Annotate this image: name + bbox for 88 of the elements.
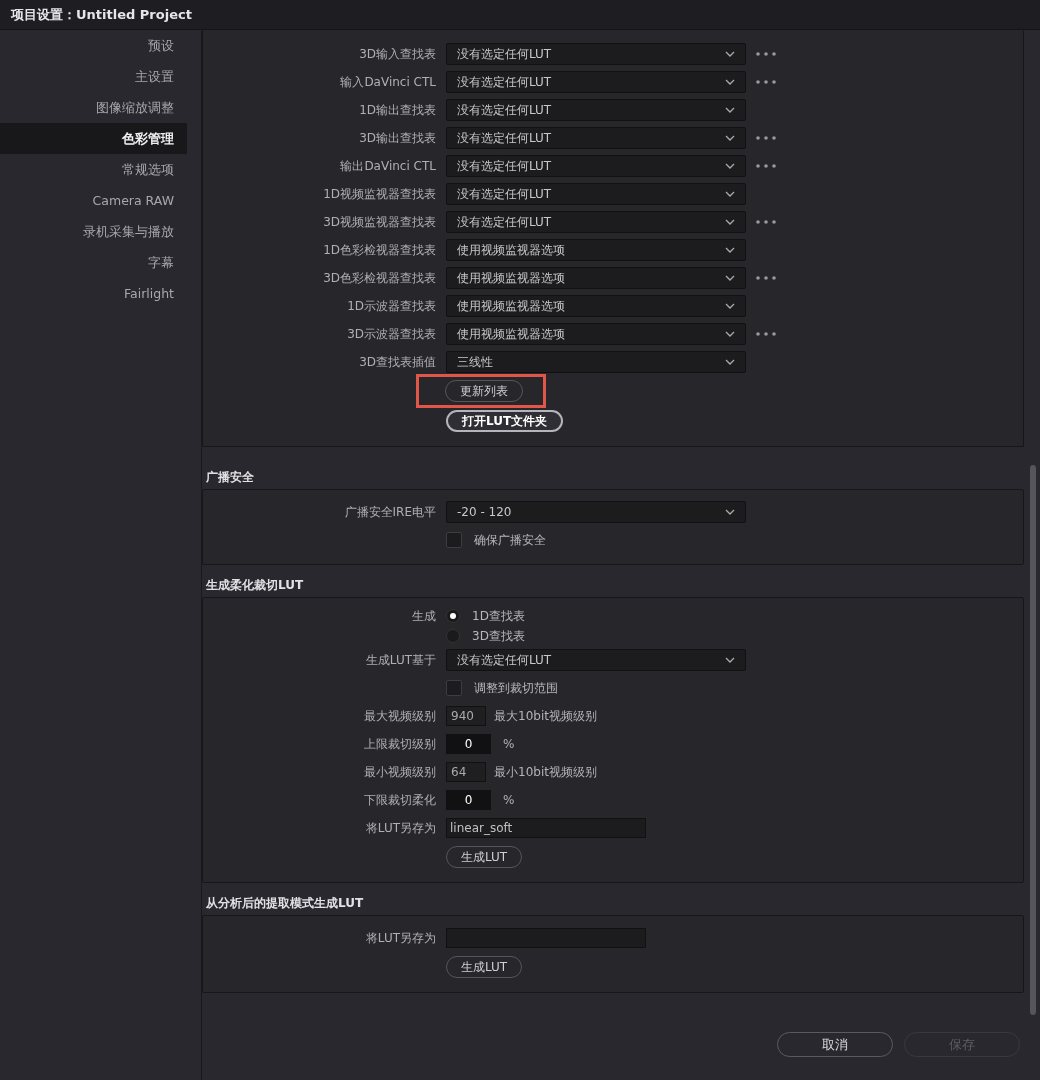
checkbox-label: 确保广播安全 bbox=[474, 531, 546, 549]
field-label: 下限裁切柔化 bbox=[363, 791, 437, 809]
number-field[interactable]: 64 bbox=[446, 762, 486, 782]
dropdown[interactable]: 没有选定任何LUT bbox=[446, 183, 746, 205]
chevron-down-icon bbox=[725, 51, 735, 57]
field-label: 上限裁切级别 bbox=[363, 735, 437, 753]
text-field[interactable]: linear_soft bbox=[446, 818, 646, 838]
field-label: 1D输出查找表 bbox=[358, 101, 437, 119]
sidebar-item[interactable]: 预设 bbox=[0, 30, 187, 61]
sidebar-item[interactable]: Fairlight bbox=[0, 278, 187, 309]
chevron-down-icon bbox=[725, 163, 735, 169]
dropdown[interactable]: 没有选定任何LUT bbox=[446, 99, 746, 121]
checkbox[interactable] bbox=[446, 680, 462, 696]
more-icon[interactable] bbox=[756, 164, 776, 168]
dropdown[interactable]: -20 - 120 bbox=[446, 501, 746, 523]
chevron-down-icon bbox=[725, 191, 735, 197]
more-icon[interactable] bbox=[756, 220, 776, 224]
sidebar-item[interactable]: 字幕 bbox=[0, 247, 187, 278]
radio-label: 3D查找表 bbox=[472, 627, 525, 645]
chevron-down-icon bbox=[725, 107, 735, 113]
field-label: 最小视频级别 bbox=[363, 763, 437, 781]
section-title: 从分析后的提取模式生成LUT bbox=[205, 895, 365, 912]
field-label: 输出DaVinci CTL bbox=[339, 157, 437, 175]
sidebar-item[interactable]: 常规选项 bbox=[0, 154, 187, 185]
window-title: 项目设置：Untitled Project bbox=[11, 5, 192, 24]
open-folder-button[interactable]: 打开LUT文件夹 bbox=[446, 410, 564, 432]
unit-label: 最小10bit视频级别 bbox=[494, 763, 597, 781]
dropdown[interactable]: 使用视频监视器选项 bbox=[446, 239, 746, 261]
dropdown[interactable]: 没有选定任何LUT bbox=[446, 155, 746, 177]
field-label: 1D示波器查找表 bbox=[346, 297, 437, 315]
chevron-down-icon bbox=[725, 509, 735, 515]
dropdown[interactable]: 三线性 bbox=[446, 351, 746, 373]
dropdown[interactable]: 使用视频监视器选项 bbox=[446, 267, 746, 289]
more-icon[interactable] bbox=[756, 52, 776, 56]
more-icon[interactable] bbox=[756, 80, 776, 84]
unit-label: % bbox=[503, 793, 515, 807]
more-icon[interactable] bbox=[756, 136, 776, 140]
dropdown[interactable]: 使用视频监视器选项 bbox=[446, 295, 746, 317]
field-label: 将LUT另存为 bbox=[364, 929, 437, 947]
sidebar-item[interactable]: 录机采集与播放 bbox=[0, 216, 187, 247]
checkbox-label: 调整到裁切范围 bbox=[474, 679, 558, 697]
chevron-down-icon bbox=[725, 359, 735, 365]
field-label: 3D查找表插值 bbox=[358, 353, 437, 371]
chevron-down-icon bbox=[725, 247, 735, 253]
field-label: 生成LUT基于 bbox=[364, 651, 437, 669]
section-title: 广播安全 bbox=[205, 469, 255, 486]
radio-label: 1D查找表 bbox=[472, 607, 525, 625]
chevron-down-icon bbox=[725, 303, 735, 309]
field-label: 输入DaVinci CTL bbox=[339, 73, 437, 91]
more-icon[interactable] bbox=[756, 276, 776, 280]
chevron-down-icon bbox=[725, 331, 735, 337]
sidebar-item[interactable]: Camera RAW bbox=[0, 185, 187, 216]
sidebar-item[interactable]: 主设置 bbox=[0, 61, 187, 92]
unit-label: 最大10bit视频级别 bbox=[494, 707, 597, 725]
sidebar-item[interactable]: 色彩管理 bbox=[0, 123, 187, 154]
scrollbar[interactable] bbox=[1030, 465, 1036, 1015]
sidebar-item[interactable]: 图像缩放调整 bbox=[0, 92, 187, 123]
field-label: 最大视频级别 bbox=[363, 707, 437, 725]
field-label: 3D视频监视器查找表 bbox=[322, 213, 437, 231]
section-title: 生成柔化裁切LUT bbox=[205, 577, 305, 594]
dropdown[interactable]: 没有选定任何LUT bbox=[446, 127, 746, 149]
field-label: 1D视频监视器查找表 bbox=[322, 185, 437, 203]
chevron-down-icon bbox=[725, 275, 735, 281]
radio-button[interactable] bbox=[446, 609, 460, 623]
field-label: 3D输入查找表 bbox=[358, 45, 437, 63]
number-field[interactable]: 940 bbox=[446, 706, 486, 726]
unit-label: % bbox=[503, 737, 515, 751]
dropdown[interactable]: 没有选定任何LUT bbox=[446, 649, 746, 671]
field-label: 3D输出查找表 bbox=[358, 129, 437, 147]
field-label: 广播安全IRE电平 bbox=[343, 503, 437, 521]
more-icon[interactable] bbox=[756, 332, 776, 336]
chevron-down-icon bbox=[725, 657, 735, 663]
chevron-down-icon bbox=[725, 135, 735, 141]
dropdown[interactable]: 没有选定任何LUT bbox=[446, 211, 746, 233]
field-label: 3D色彩检视器查找表 bbox=[322, 269, 437, 287]
field-label: 将LUT另存为 bbox=[364, 819, 437, 837]
text-field[interactable] bbox=[446, 928, 646, 948]
chevron-down-icon bbox=[725, 79, 735, 85]
chevron-down-icon bbox=[725, 219, 735, 225]
checkbox[interactable] bbox=[446, 532, 462, 548]
number-field[interactable]: 0 bbox=[446, 734, 491, 754]
field-label: 3D示波器查找表 bbox=[346, 325, 437, 343]
dropdown[interactable]: 使用视频监视器选项 bbox=[446, 323, 746, 345]
field-label: 生成 bbox=[411, 607, 437, 625]
dropdown[interactable]: 没有选定任何LUT bbox=[446, 71, 746, 93]
field-label: 1D色彩检视器查找表 bbox=[322, 241, 437, 259]
dropdown[interactable]: 没有选定任何LUT bbox=[446, 43, 746, 65]
number-field[interactable]: 0 bbox=[446, 790, 491, 810]
